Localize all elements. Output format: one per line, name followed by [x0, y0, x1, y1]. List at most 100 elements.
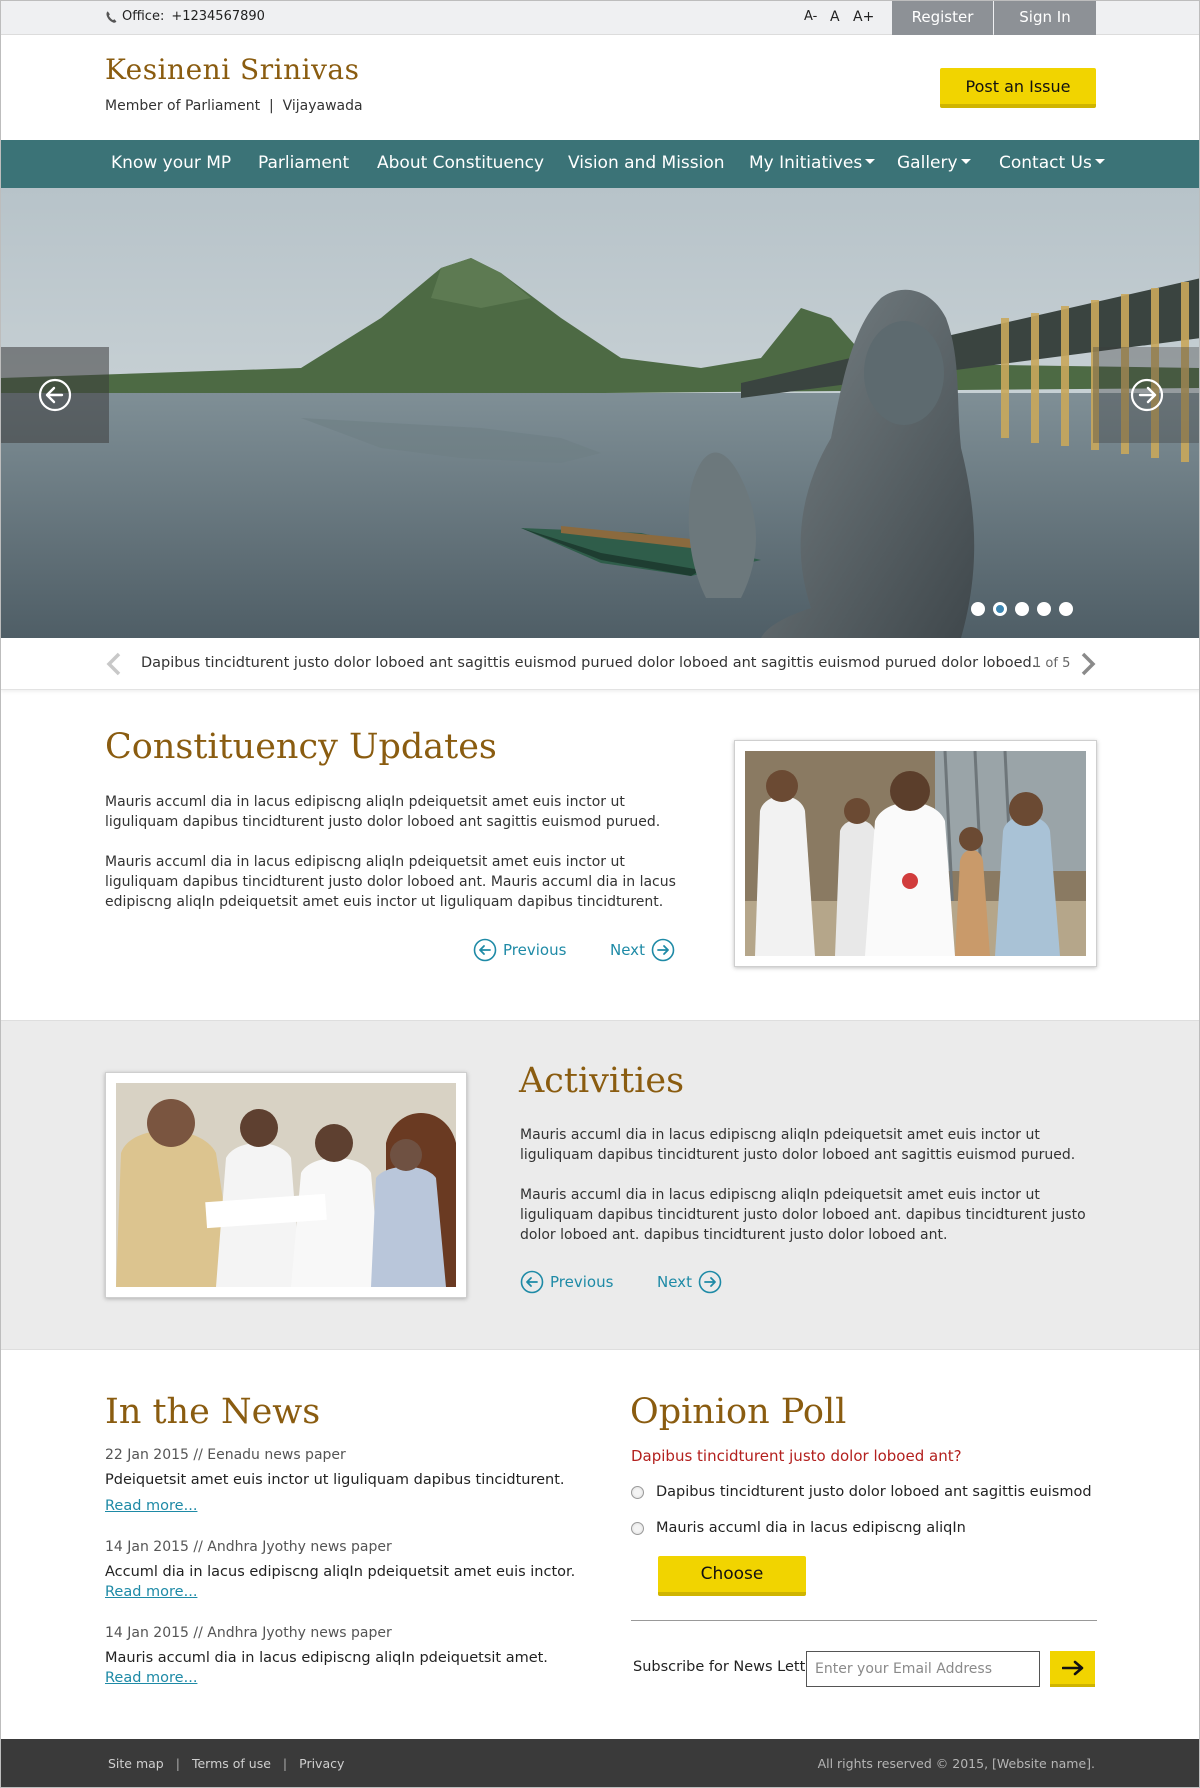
news-text: Mauris accuml dia in lacus edipiscng ali…: [105, 1650, 548, 1666]
slider-dot[interactable]: [1015, 602, 1029, 616]
updates-previous-link[interactable]: Previous: [473, 938, 566, 962]
nav-item-label: Parliament: [258, 153, 350, 173]
poll-option-label: Dapibus tincidturent justo dolor loboed …: [656, 1484, 1092, 1500]
arrow-right-circle-icon: [1130, 378, 1164, 412]
updates-title: Constituency Updates: [105, 727, 497, 767]
footer-link-terms[interactable]: Terms of use: [192, 1756, 271, 1771]
nav-item-label: About Constituency: [377, 153, 545, 173]
chevron-down-icon: [865, 158, 876, 164]
nav-item-know-your-mp[interactable]: Know your MP: [111, 140, 231, 188]
poll-question: Dapibus tincidturent justo dolor loboed …: [631, 1447, 962, 1465]
activities-photo: [105, 1072, 467, 1298]
register-button[interactable]: Register: [892, 1, 993, 35]
office-phone: Office: +1234567890: [105, 9, 265, 24]
poll-option-2[interactable]: Mauris accuml dia in lacus edipiscng ali…: [631, 1520, 966, 1536]
next-label: Next: [657, 1273, 692, 1291]
arrow-left-circle-icon: [473, 938, 497, 962]
activities-paragraph-2: Mauris accuml dia in lacus edipiscng ali…: [520, 1187, 1086, 1243]
news-text: Accuml dia in lacus edipiscng aliqIn pde…: [105, 1564, 576, 1580]
slider-dots: [971, 602, 1073, 616]
news-title: In the News: [105, 1392, 321, 1432]
newsletter-label: Subscribe for News Letter: [633, 1659, 821, 1675]
sign-in-button[interactable]: Sign In: [994, 1, 1096, 35]
hero-image: [1, 188, 1199, 638]
arrow-left-circle-icon: [520, 1270, 544, 1294]
post-issue-button[interactable]: Post an Issue: [940, 68, 1096, 108]
footer-links: Site map | Terms of use | Privacy: [108, 1756, 344, 1771]
nav-item-label: My Initiatives: [749, 153, 863, 173]
footer-link-privacy[interactable]: Privacy: [299, 1756, 344, 1771]
previous-label: Previous: [503, 941, 567, 959]
slider-dot[interactable]: [1059, 602, 1073, 616]
choose-button[interactable]: Choose: [658, 1556, 806, 1596]
poll-option-1[interactable]: Dapibus tincidturent justo dolor loboed …: [631, 1484, 1092, 1500]
font-decrease-button[interactable]: A-: [804, 9, 817, 24]
hero-slider: [1, 188, 1199, 638]
font-increase-button[interactable]: A+: [853, 9, 874, 25]
news-meta: 14 Jan 2015 // Andhra Jyothy news paper: [105, 1625, 392, 1641]
page: Office: +1234567890 A- A A+ Register Sig…: [0, 0, 1200, 1788]
nav-item-gallery[interactable]: Gallery: [897, 140, 971, 188]
radio-button[interactable]: [631, 1485, 644, 1499]
updates-photo-image: [745, 750, 1086, 957]
poll-title: Opinion Poll: [630, 1392, 847, 1432]
arrow-right-circle-icon: [698, 1270, 722, 1294]
arrow-right-icon: [1061, 1660, 1083, 1675]
nav-item-my-initiatives[interactable]: My Initiatives: [749, 140, 876, 188]
footer-separator: |: [282, 1756, 288, 1771]
footer: Site map | Terms of use | Privacy All ri…: [1, 1739, 1199, 1787]
phone-icon: [106, 10, 117, 23]
activities-title: Activities: [519, 1061, 685, 1101]
next-label: Next: [610, 941, 645, 959]
read-more-link[interactable]: Read more...: [105, 1498, 197, 1514]
activities-next-link[interactable]: Next: [657, 1270, 722, 1294]
font-normal-button[interactable]: A: [830, 9, 840, 25]
slider-counter: 1 of 5: [1033, 656, 1071, 671]
nav-item-about-constituency[interactable]: About Constituency: [377, 140, 544, 188]
top-bar: Office: +1234567890 A- A A+ Register Sig…: [1, 1, 1199, 35]
chevron-down-icon: [1094, 158, 1105, 164]
activities-previous-link[interactable]: Previous: [520, 1270, 613, 1294]
newsletter-submit-button[interactable]: [1050, 1651, 1095, 1687]
nav-item-vision-mission[interactable]: Vision and Mission: [568, 140, 725, 188]
divider: [631, 1620, 1097, 1621]
office-phone-number: +1234567890: [171, 9, 265, 24]
updates-paragraph-2: Mauris accuml dia in lacus edipiscng ali…: [105, 854, 676, 910]
read-more-link[interactable]: Read more...: [105, 1670, 197, 1686]
footer-link-sitemap[interactable]: Site map: [108, 1756, 164, 1771]
arrow-left-circle-icon: [38, 378, 72, 412]
main-nav: Know your MP Parliament About Constituen…: [1, 140, 1199, 188]
slider-caption: Dapibus tincidturent justo dolor loboed …: [141, 655, 1037, 671]
nav-item-parliament[interactable]: Parliament: [258, 140, 349, 188]
activities-paragraph-1: Mauris accuml dia in lacus edipiscng ali…: [520, 1127, 1076, 1163]
updates-paragraph-1: Mauris accuml dia in lacus edipiscng ali…: [105, 794, 661, 830]
copyright: All rights reserved © 2015, [Website nam…: [817, 1756, 1095, 1771]
newsletter-email-input[interactable]: [806, 1651, 1040, 1687]
nav-item-contact-us[interactable]: Contact Us: [999, 140, 1105, 188]
slider-prev-button[interactable]: [1, 347, 109, 443]
site-title: Kesineni Srinivas: [105, 53, 360, 86]
poll-option-label: Mauris accuml dia in lacus edipiscng ali…: [656, 1520, 966, 1536]
slider-dot[interactable]: [971, 602, 985, 616]
news-meta: 22 Jan 2015 // Eenadu news paper: [105, 1447, 346, 1463]
chevron-down-icon: [960, 158, 971, 164]
slider-dot[interactable]: [1037, 602, 1051, 616]
radio-button[interactable]: [631, 1521, 644, 1535]
updates-photo: [734, 740, 1097, 967]
slider-dot[interactable]: [993, 602, 1007, 616]
chevron-left-icon[interactable]: [105, 652, 123, 676]
previous-label: Previous: [550, 1273, 614, 1291]
read-more-link[interactable]: Read more...: [105, 1584, 197, 1600]
updates-next-link[interactable]: Next: [610, 938, 675, 962]
news-text: Pdeiquetsit amet euis inctor ut liguliqu…: [105, 1472, 565, 1488]
arrow-right-circle-icon: [651, 938, 675, 962]
footer-separator: |: [175, 1756, 180, 1771]
nav-item-label: Know your MP: [111, 153, 232, 173]
news-meta: 14 Jan 2015 // Andhra Jyothy news paper: [105, 1539, 392, 1555]
slider-caption-bar: Dapibus tincidturent justo dolor loboed …: [1, 638, 1199, 690]
office-label: Office:: [122, 9, 165, 24]
nav-item-label: Vision and Mission: [568, 153, 725, 173]
chevron-right-icon[interactable]: [1079, 652, 1097, 676]
site-subtitle: Member of Parliament | Vijayawada: [105, 98, 363, 114]
slider-next-button[interactable]: [1093, 347, 1199, 443]
